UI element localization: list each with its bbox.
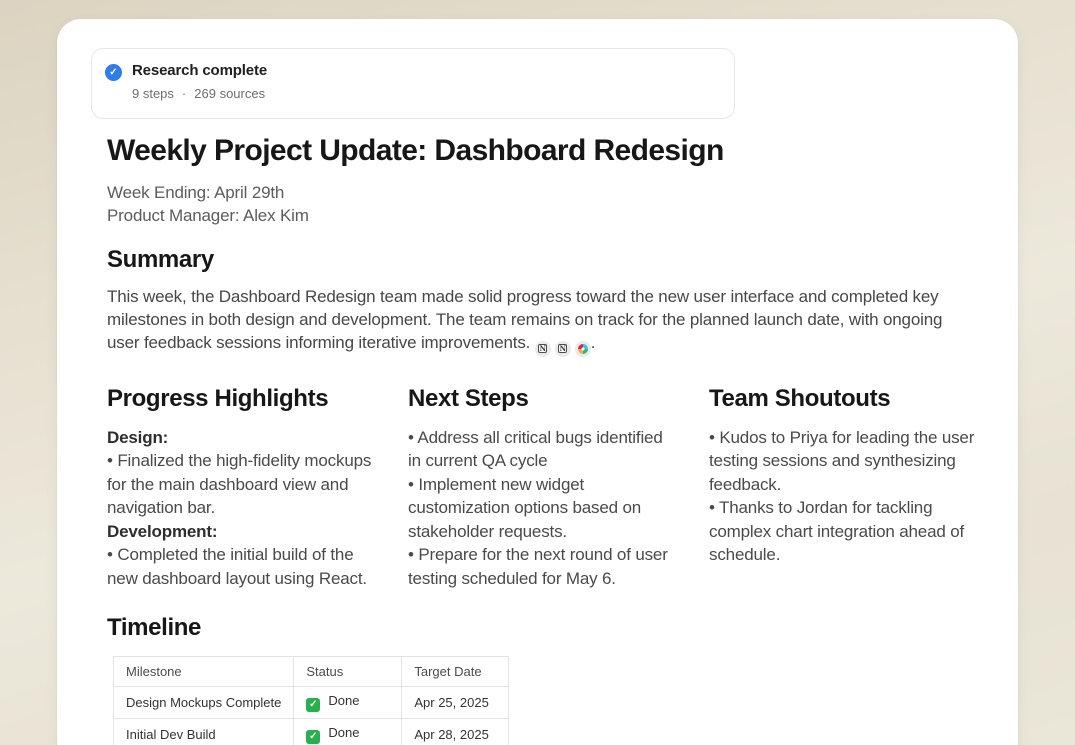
column-body: • Address all critical bugs identified i… <box>408 426 676 591</box>
column-next-steps: Next Steps • Address all critical bugs id… <box>408 385 676 591</box>
dot-separator: · <box>182 86 186 101</box>
column-body: Design:• Finalized the high-fidelity moc… <box>107 426 375 591</box>
steps-count: 9 steps <box>132 86 174 101</box>
research-status-card[interactable]: ✓ Research complete 9 steps · 269 source… <box>91 48 735 119</box>
column-label: Design: <box>107 426 375 450</box>
timeline-table-head: MilestoneStatusTarget Date <box>114 657 509 687</box>
bullet-item: • Prepare for the next round of user tes… <box>408 543 676 590</box>
bullet-item: • Address all critical bugs identified i… <box>408 426 676 473</box>
meta-week-ending: Week Ending: April 29th <box>107 181 977 204</box>
summary-heading: Summary <box>107 246 977 274</box>
column-heading: Team Shoutouts <box>709 385 977 413</box>
table-row: Design Mockups Complete✓DoneApr 25, 2025 <box>114 687 509 719</box>
column-heading: Next Steps <box>408 385 676 413</box>
column-body: • Kudos to Priya for leading the user te… <box>709 426 977 567</box>
bullet-item: • Implement new widget customization opt… <box>408 473 676 544</box>
table-row: Initial Dev Build✓DoneApr 28, 2025 <box>114 719 509 745</box>
summary-trailing-period: . <box>591 333 596 352</box>
sources-count: 269 sources <box>194 86 265 101</box>
notion-n-glyph: N <box>558 344 567 353</box>
bullet-item: • Completed the initial build of the new… <box>107 543 375 590</box>
doc-meta: Week Ending: April 29th Product Manager:… <box>107 181 977 227</box>
summary-paragraph: This week, the Dashboard Redesign team m… <box>107 285 952 357</box>
column-team-shoutouts: Team Shoutouts • Kudos to Priya for leadi… <box>709 385 977 591</box>
target-date-cell: Apr 25, 2025 <box>402 687 509 719</box>
column-header-milestone: Milestone <box>114 657 294 687</box>
check-circle-icon: ✓ <box>105 64 122 81</box>
research-status-subtitle: 9 steps · 269 sources <box>132 86 267 101</box>
done-check-icon: ✓ <box>306 698 320 712</box>
milestone-cell: Initial Dev Build <box>114 719 294 745</box>
meta-product-manager: Product Manager: Alex Kim <box>107 204 977 227</box>
column-heading: Progress Highlights <box>107 385 375 413</box>
column-progress-highlights: Progress Highlights Design:• Finalized th… <box>107 385 375 591</box>
bullet-item: • Thanks to Jordan for tackling complex … <box>709 496 977 567</box>
milestone-cell: Design Mockups Complete <box>114 687 294 719</box>
slack-source-icon[interactable] <box>575 341 591 357</box>
timeline-header-row: MilestoneStatusTarget Date <box>114 657 509 687</box>
document-card: ✓ Research complete 9 steps · 269 source… <box>57 19 1018 745</box>
notion-source-icon[interactable]: N <box>555 341 571 357</box>
notion-source-icon[interactable]: N <box>535 341 551 357</box>
slack-glyph <box>578 344 588 354</box>
column-label: Development: <box>107 520 375 544</box>
timeline-heading: Timeline <box>107 614 977 642</box>
page-title: Weekly Project Update: Dashboard Redesig… <box>107 134 977 168</box>
done-check-icon: ✓ <box>306 730 320 744</box>
summary-text: This week, the Dashboard Redesign team m… <box>107 287 942 352</box>
desktop-background: { "colors": { "accent_blue": "#2f7ceb", … <box>0 0 1075 745</box>
bullet-item: • Kudos to Priya for leading the user te… <box>709 426 977 497</box>
bullet-item: • Finalized the high-fidelity mockups fo… <box>107 449 375 520</box>
research-status-title: Research complete <box>132 62 267 79</box>
column-header-status: Status <box>294 657 402 687</box>
status-cell: ✓Done <box>294 687 402 719</box>
target-date-cell: Apr 28, 2025 <box>402 719 509 745</box>
timeline-table: MilestoneStatusTarget Date Design Mockup… <box>113 656 509 745</box>
citation-badges: NN <box>535 341 591 357</box>
column-header-target-date: Target Date <box>402 657 509 687</box>
notion-n-glyph: N <box>538 344 547 353</box>
timeline-table-body: Design Mockups Complete✓DoneApr 25, 2025… <box>114 687 509 745</box>
status-cell: ✓Done <box>294 719 402 745</box>
highlight-columns: Progress Highlights Design:• Finalized th… <box>107 385 977 591</box>
research-status-text: Research complete 9 steps · 269 sources <box>132 62 267 101</box>
